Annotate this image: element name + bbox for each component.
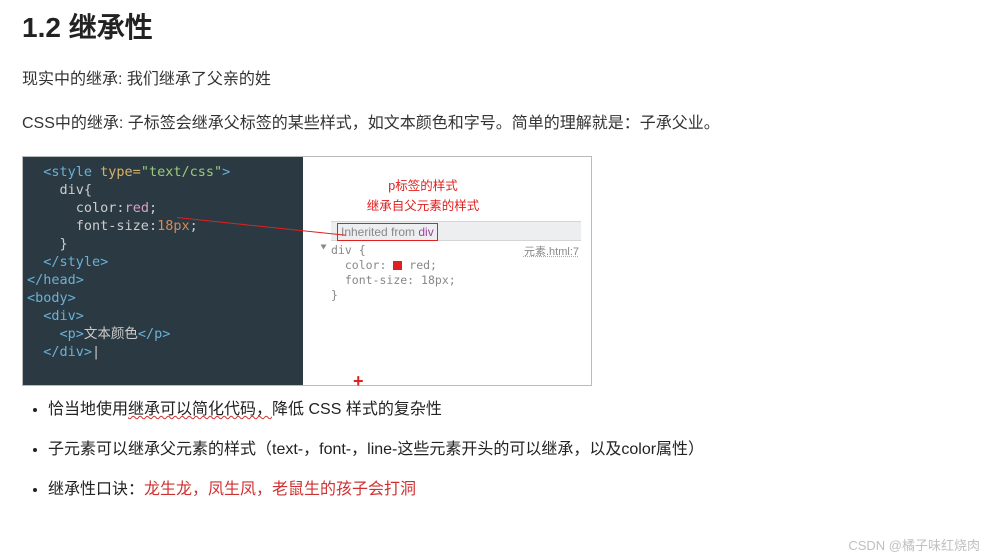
list-item: 子元素可以继承父元素的样式（text-，font-，line-这些元素开头的可以… [48, 438, 968, 462]
paragraph-analogy: 现实中的继承: 我们继承了父亲的姓 [22, 68, 968, 92]
devtools-inherited-from-row: Inherited from div [331, 221, 581, 241]
devtools-source-link[interactable]: 元素.html:7 [524, 243, 579, 259]
color-swatch-icon [393, 261, 402, 270]
list-item: 继承性口诀：龙生龙，凤生凤，老鼠生的孩子会打洞 [48, 478, 968, 502]
figure-inheritance-example: <style type="text/css"> div{ color:red; … [22, 156, 592, 386]
expand-triangle-icon [321, 245, 327, 250]
watermark: CSDN @橘子味红烧肉 [848, 535, 980, 554]
devtools-pane: p标签的样式 继承自父元素的样式 Inherited from div div … [303, 157, 591, 385]
annotation-line1: p标签的样式 [343, 175, 503, 194]
section-heading: 1.2 继承性 [22, 6, 968, 46]
annotation-cross-icon: + [353, 371, 364, 392]
bullet-list: 恰当地使用继承可以简化代码，降低 CSS 样式的复杂性 子元素可以继承父元素的样… [26, 398, 968, 502]
annotation-line2: 继承自父元素的样式 [333, 195, 513, 214]
code-editor-pane: <style type="text/css"> div{ color:red; … [23, 157, 303, 385]
list-item: 恰当地使用继承可以简化代码，降低 CSS 样式的复杂性 [48, 398, 968, 422]
paragraph-css-inheritance: CSS中的继承: 子标签会继承父标签的某些样式，如文本颜色和字号。简单的理解就是… [22, 112, 968, 136]
